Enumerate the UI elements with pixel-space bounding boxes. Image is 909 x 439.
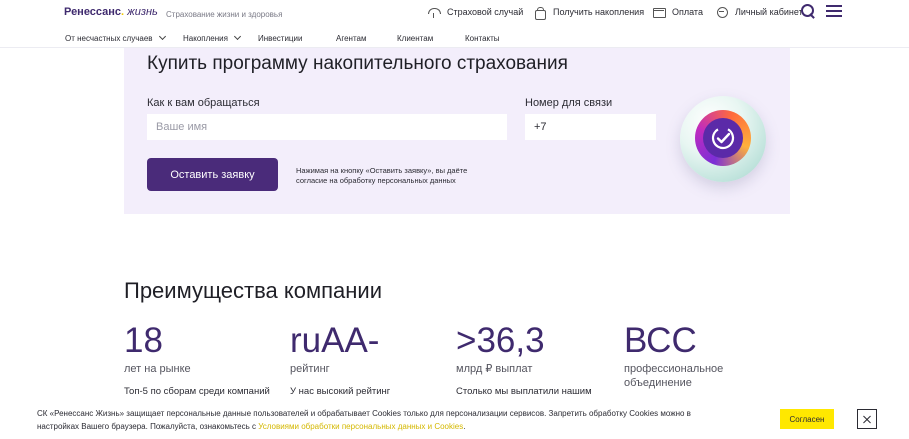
advantage-item: ВСС профессиональное объединение: [624, 322, 734, 390]
top-link-claim[interactable]: Страховой случай: [428, 5, 523, 19]
login-icon: [716, 6, 728, 18]
advantage-item: ruAA- рейтинг У нас высокий рейтинг: [290, 321, 450, 398]
advantages-title: Преимущества компании: [124, 278, 383, 303]
cookie-line-prefix: настройках Вашего браузера. Пожалуйста, …: [37, 422, 259, 431]
name-field-label: Как к вам обращаться: [147, 97, 260, 109]
advantage-item: >36,3 млрд ₽ выплат Столько мы выплатили…: [456, 321, 616, 398]
top-link-label: Получить накопления: [553, 7, 645, 17]
cookie-agree-button[interactable]: Согласен: [780, 409, 834, 429]
cookie-text: СК «Ренессанс Жизнь» защищает персональн…: [37, 407, 691, 433]
logo-dot: .: [121, 6, 125, 18]
top-link-payment[interactable]: Оплата: [653, 5, 703, 19]
advantage-value: 18: [124, 321, 163, 360]
top-link-label: Оплата: [672, 7, 703, 17]
bag-icon: [534, 6, 546, 20]
nav-item-accidents[interactable]: От несчастных случаев: [65, 32, 166, 43]
nav-item-savings[interactable]: Накопления: [183, 32, 241, 43]
logo-main: Ренессанс: [64, 6, 122, 18]
nav-item-label: Агентам: [336, 34, 367, 43]
card-icon: [653, 7, 666, 18]
submit-application-button[interactable]: Оставить заявку: [147, 158, 278, 191]
nav-item-investments[interactable]: Инвестиции: [258, 34, 302, 43]
cookie-banner: СК «Ренессанс Жизнь» защищает персональн…: [0, 400, 909, 439]
phone-input[interactable]: +7: [525, 114, 656, 140]
chevron-down-icon: [158, 32, 166, 41]
top-link-savings[interactable]: Получить накопления: [534, 5, 645, 20]
cookie-line: СК «Ренессанс Жизнь» защищает персональн…: [37, 409, 691, 418]
close-icon[interactable]: [857, 409, 877, 429]
consent-text: Нажимая на кнопку «Оставить заявку», вы …: [296, 166, 506, 186]
nav-item-contacts[interactable]: Контакты: [465, 34, 500, 43]
nav-item-label: Накопления: [183, 34, 228, 43]
advantage-value: ruAA-: [290, 321, 380, 360]
nav-item-label: Клиентам: [397, 34, 434, 43]
nav-item-agents[interactable]: Агентам: [336, 34, 366, 43]
site-header: Ренессанс. жизнь Страхование жизни и здо…: [0, 0, 909, 48]
phone-field-label: Номер для связи: [525, 97, 613, 109]
top-link-label: Страховой случай: [447, 7, 524, 17]
cookie-line: настройках Вашего браузера. Пожалуйста, …: [37, 420, 691, 433]
phone-value: +7: [534, 121, 547, 133]
consent-line: согласие на обработку персональных данны…: [296, 176, 456, 185]
menu-icon[interactable]: [826, 5, 842, 17]
advantage-desc: Топ-5 по сборам среди компаний: [124, 386, 270, 397]
nav-item-label: От несчастных случаев: [65, 34, 153, 43]
advantage-value: >36,3: [456, 321, 545, 360]
cookie-line-suffix: .: [463, 422, 466, 431]
logo-sub: жизнь: [127, 6, 158, 18]
name-placeholder: Ваше имя: [156, 121, 208, 133]
cookie-policy-link[interactable]: Условиями обработки персональных данных …: [258, 422, 463, 431]
nav-item-clients[interactable]: Клиентам: [397, 34, 433, 43]
advantage-label: профессиональное объединение: [624, 363, 724, 389]
form-title: Купить программу накопительного страхова…: [147, 53, 568, 74]
umbrella-icon: [428, 7, 441, 18]
nav-item-label: Инвестиции: [258, 34, 303, 43]
advantage-desc: Столько мы выплатили нашим: [456, 386, 592, 397]
chevron-down-icon: [233, 32, 241, 41]
nav-item-label: Контакты: [465, 34, 500, 43]
advantage-value: ВСС: [624, 321, 697, 360]
search-icon[interactable]: [801, 4, 815, 18]
advantage-label: лет на рынке: [124, 363, 191, 375]
check-badge-icon: [680, 96, 766, 182]
advantage-item: 18 лет на рынке Топ-5 по сборам среди ко…: [124, 321, 284, 398]
consent-line: Нажимая на кнопку «Оставить заявку», вы …: [296, 166, 468, 175]
company-logo[interactable]: Ренессанс. жизнь: [64, 6, 158, 18]
advantage-label: рейтинг: [290, 363, 330, 375]
name-input[interactable]: Ваше имя: [147, 114, 507, 140]
advantage-desc: У нас высокий рейтинг: [290, 386, 391, 397]
advantage-label: млрд ₽ выплат: [456, 363, 533, 375]
top-link-account[interactable]: Личный кабинет: [716, 5, 803, 19]
tagline: Страхование жизни и здоровья: [166, 10, 283, 19]
top-link-label: Личный кабинет: [735, 7, 803, 17]
